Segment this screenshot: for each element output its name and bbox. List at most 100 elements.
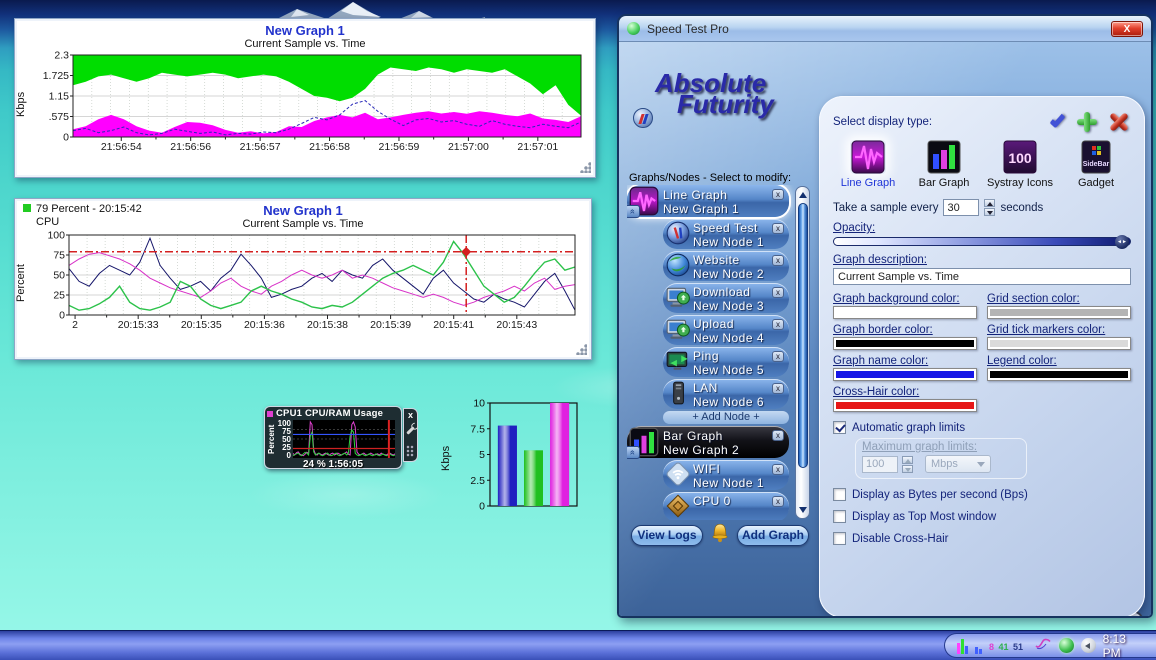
node-item-website[interactable]: WebsiteNew Node 2x: [663, 251, 789, 281]
color-settings-grid: Graph background color:Grid section colo…: [833, 293, 1131, 412]
node-item-cpu-0[interactable]: CPU 0x: [663, 492, 789, 520]
logo: Absolute Futurity: [633, 68, 813, 120]
close-button[interactable]: X: [1111, 21, 1143, 37]
tray-number[interactable]: 41: [998, 642, 1008, 652]
legend-swatch: [23, 204, 31, 212]
checkbox-label: Display as Bytes per second (Bps): [852, 489, 1028, 501]
spinner-up-button: [902, 456, 913, 464]
display-type-bar-graph[interactable]: Bar Graph: [911, 140, 977, 189]
svg-text:5: 5: [479, 449, 485, 461]
svg-text:0: 0: [59, 310, 65, 322]
sample-label-after: seconds: [1000, 202, 1043, 214]
node-item-bar-graph[interactable]: Bar GraphNew Graph 2x«: [627, 426, 789, 458]
checkbox[interactable]: [833, 510, 846, 523]
volume-icon[interactable]: [1081, 638, 1096, 653]
collapse-chevron-button[interactable]: «: [627, 205, 640, 218]
node-item-upload[interactable]: UploadNew Node 4x: [663, 315, 789, 345]
remove-button[interactable]: x: [772, 496, 784, 507]
add-icon[interactable]: [1077, 112, 1097, 132]
remove-button[interactable]: x: [772, 223, 784, 234]
graph-tray-icon[interactable]: [957, 638, 968, 654]
add-node-button[interactable]: + Add Node +: [663, 411, 789, 424]
tray-number[interactable]: 8: [989, 642, 994, 652]
chevron-down-icon: [977, 462, 985, 467]
display-type-systray-icons[interactable]: 100Systray Icons: [987, 140, 1053, 189]
node-list: Line GraphNew Graph 1x«Speed TestNew Nod…: [627, 185, 799, 520]
scrollbar[interactable]: [795, 186, 810, 519]
svg-text:2.3: 2.3: [54, 51, 69, 62]
color-field-label: Grid tick markers color:: [987, 324, 1131, 336]
bell-icon[interactable]: [709, 522, 731, 546]
color-swatch[interactable]: [987, 306, 1131, 319]
opacity-slider[interactable]: ◄►: [833, 237, 1131, 246]
collapse-chevron-button[interactable]: «: [627, 446, 640, 459]
node-name-label: New Graph 2: [663, 443, 785, 457]
node-item-speed-test[interactable]: Speed TestNew Node 1x: [663, 219, 789, 249]
add-graph-button[interactable]: Add Graph: [737, 525, 809, 546]
color-swatch[interactable]: [833, 368, 977, 381]
remove-button[interactable]: x: [772, 189, 784, 200]
node-item-line-graph[interactable]: Line GraphNew Graph 1x«: [627, 185, 789, 217]
graph-description-input[interactable]: [833, 268, 1131, 285]
resize-grip[interactable]: [580, 162, 591, 173]
checkbox-label: Display as Top Most window: [852, 511, 996, 523]
remove-button[interactable]: x: [772, 464, 784, 475]
gadget-grip[interactable]: [406, 445, 415, 457]
tray-number[interactable]: 51: [1013, 642, 1023, 652]
node-item-download[interactable]: DownloadNew Node 3x: [663, 283, 789, 313]
remove-button[interactable]: x: [772, 287, 784, 298]
remove-button[interactable]: x: [772, 351, 784, 362]
svg-text:21:56:54: 21:56:54: [101, 141, 142, 153]
remove-button[interactable]: x: [772, 255, 784, 266]
spinner-down-button[interactable]: [984, 208, 995, 216]
svg-text:1.15: 1.15: [49, 91, 70, 103]
swirl-tray-icon[interactable]: [1034, 635, 1052, 656]
color-swatch[interactable]: [833, 337, 977, 350]
y-axis-label: Kbps: [15, 51, 31, 157]
y-axis-ticks: 1007550250: [276, 420, 293, 458]
view-logs-button[interactable]: View Logs: [631, 525, 703, 546]
monitor-arrows-icon: [665, 348, 691, 374]
orb-tray-icon[interactable]: [1059, 638, 1074, 653]
node-item-ping[interactable]: PingNew Node 5x: [663, 347, 789, 377]
scroll-down-button[interactable]: [797, 504, 808, 516]
scroll-up-button[interactable]: [797, 189, 808, 201]
resize-grip[interactable]: [576, 344, 587, 355]
remove-button[interactable]: x: [772, 383, 784, 394]
remove-button[interactable]: x: [772, 319, 784, 330]
color-swatch[interactable]: [833, 306, 977, 319]
node-name-label: New Node 2: [693, 267, 785, 281]
display-type-gadget[interactable]: SideBarGadget: [1063, 140, 1129, 189]
node-item-wifi[interactable]: WIFINew Node 1x: [663, 460, 789, 490]
confirm-icon[interactable]: [1050, 112, 1066, 129]
sample-interval-input[interactable]: [943, 199, 979, 216]
color-swatch[interactable]: [833, 399, 977, 412]
gadget-settings-button[interactable]: [409, 422, 412, 440]
display-type-line-graph[interactable]: Line Graph: [835, 140, 901, 189]
checkbox[interactable]: [833, 421, 846, 434]
node-item-lan[interactable]: LANNew Node 6x: [663, 379, 789, 409]
computer-globe-icon: [665, 316, 691, 342]
title-bar: Speed Test Pro X: [619, 16, 1151, 42]
node-name-label: New Node 3: [693, 299, 785, 313]
scroll-thumb[interactable]: [798, 203, 808, 468]
gadget-close-button[interactable]: x: [408, 411, 413, 420]
spinner-up-button[interactable]: [984, 199, 995, 207]
checkbox[interactable]: [833, 488, 846, 501]
select-display-type-label: Select display type:: [833, 116, 932, 128]
legend-series-name: CPU: [36, 216, 142, 228]
opacity-slider-handle[interactable]: ◄►: [1115, 235, 1129, 249]
svg-text:20:15:33: 20:15:33: [118, 319, 159, 331]
display-type-label: Bar Graph: [919, 177, 970, 189]
color-swatch[interactable]: [987, 337, 1131, 350]
cancel-icon[interactable]: [1109, 112, 1129, 132]
systray-icon: 100: [1002, 140, 1038, 174]
server-tower-icon: [665, 380, 691, 406]
color-field-label: Cross-Hair color:: [833, 386, 977, 398]
checkbox[interactable]: [833, 532, 846, 545]
color-swatch[interactable]: [987, 368, 1131, 381]
speedtest-window: Speed Test Pro X Absolute Futurity Graph…: [617, 14, 1153, 618]
mini-graph-tray-icon[interactable]: [975, 638, 982, 654]
remove-button[interactable]: x: [772, 430, 784, 441]
svg-text:0: 0: [63, 132, 69, 144]
